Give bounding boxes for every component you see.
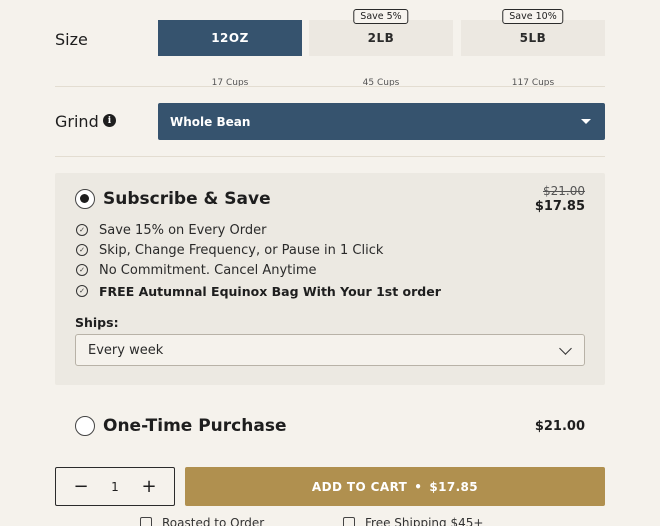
size-option-label[interactable]: 2LB xyxy=(309,20,453,56)
check-circle-icon: ✓ xyxy=(76,285,88,297)
benefit-item: ✓ Skip, Change Frequency, or Pause in 1 … xyxy=(76,242,383,258)
add-to-cart-label: ADD TO CART xyxy=(311,479,408,494)
ships-selected-value: Every week xyxy=(88,342,164,358)
benefit-item: ✓ No Commitment. Cancel Anytime xyxy=(76,262,317,278)
benefit-item: ✓ Save 15% on Every Order xyxy=(76,222,266,238)
one-time-title: One-Time Purchase xyxy=(103,416,287,436)
size-option-label[interactable]: 12OZ xyxy=(158,20,302,56)
separator-dot: • xyxy=(414,479,423,494)
add-to-cart-price: $17.85 xyxy=(429,479,479,494)
info-icon[interactable]: i xyxy=(103,114,116,127)
size-option-12oz[interactable]: 12OZ 17 Cups xyxy=(158,20,302,88)
ships-frequency-select[interactable]: Every week xyxy=(75,334,585,366)
divider xyxy=(55,156,605,157)
benefit-text: Save 15% on Every Order xyxy=(99,222,267,238)
roasted-note: Roasted to Order xyxy=(140,516,264,526)
size-option-2lb[interactable]: 2LB Save 5% 45 Cups xyxy=(309,9,453,88)
chevron-down-icon xyxy=(559,342,572,355)
check-circle-icon: ✓ xyxy=(76,244,88,256)
divider xyxy=(55,86,605,87)
check-circle-icon: ✓ xyxy=(76,224,88,236)
subscribe-price: $17.85 xyxy=(534,199,585,214)
roasted-note-text: Roasted to Order xyxy=(162,516,265,526)
one-time-price: $21.00 xyxy=(534,419,585,434)
save-badge: Save 10% xyxy=(502,9,564,24)
increase-quantity-button[interactable]: + xyxy=(129,468,169,505)
grind-selected-value: Whole Bean xyxy=(170,114,251,129)
one-time-radio[interactable] xyxy=(75,416,95,436)
ships-label: Ships: xyxy=(75,315,119,330)
subscribe-original-price: $21.00 xyxy=(543,184,585,198)
grind-label: Grind xyxy=(55,112,99,131)
shipping-note: Free Shipping $45+ xyxy=(343,516,483,526)
size-option-label[interactable]: 5LB xyxy=(461,20,605,56)
size-label: Size xyxy=(55,30,88,49)
shipping-note-text: Free Shipping $45+ xyxy=(365,516,484,526)
save-badge: Save 5% xyxy=(353,9,409,24)
check-circle-icon: ✓ xyxy=(76,264,88,276)
truck-icon xyxy=(343,517,355,526)
benefit-text: No Commitment. Cancel Anytime xyxy=(99,262,317,278)
quantity-stepper[interactable]: − 1 + xyxy=(55,467,175,506)
decrease-quantity-button[interactable]: − xyxy=(61,468,101,505)
benefit-text: Skip, Change Frequency, or Pause in 1 Cl… xyxy=(99,242,384,258)
subscribe-title: Subscribe & Save xyxy=(103,189,271,209)
caret-down-icon xyxy=(581,119,591,124)
benefit-text: FREE Autumnal Equinox Bag With Your 1st … xyxy=(99,283,441,299)
grind-select[interactable]: Whole Bean xyxy=(158,103,605,140)
add-to-cart-button[interactable]: ADD TO CART • $17.85 xyxy=(185,467,605,506)
size-option-5lb[interactable]: 5LB Save 10% 117 Cups xyxy=(461,9,605,88)
subscribe-radio[interactable] xyxy=(75,189,95,209)
bean-icon xyxy=(140,517,152,526)
benefit-item: ✓ FREE Autumnal Equinox Bag With Your 1s… xyxy=(76,283,441,299)
